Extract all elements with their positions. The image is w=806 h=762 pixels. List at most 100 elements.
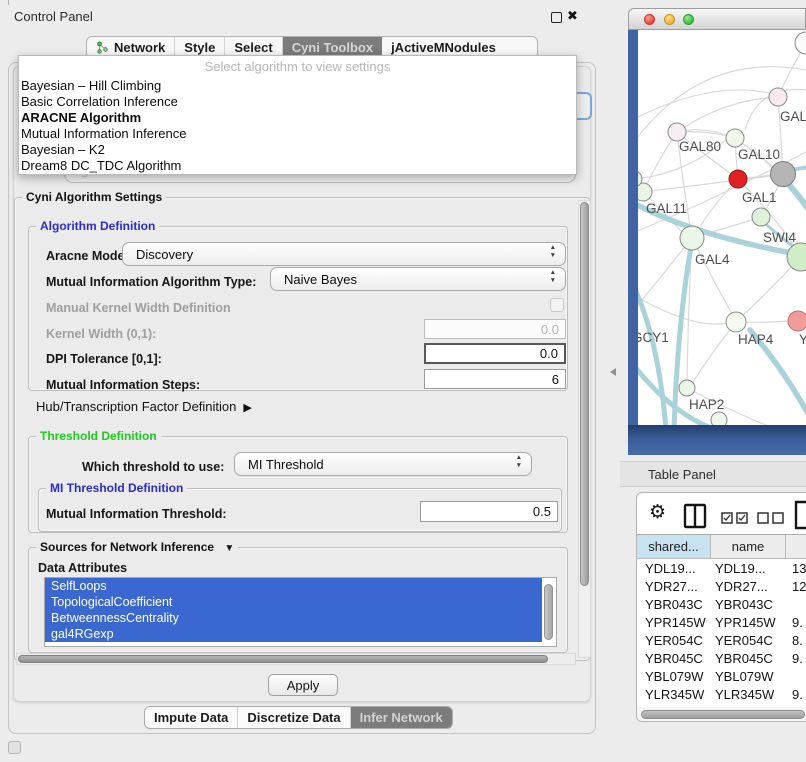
table-cell: YER054C xyxy=(637,633,711,648)
network-node-hap2[interactable] xyxy=(679,380,695,396)
panel-title: Control Panel xyxy=(14,9,93,24)
zoom-traffic-light-icon[interactable] xyxy=(683,14,694,25)
table-hscrollbar-thumb[interactable] xyxy=(641,710,805,719)
network-node[interactable] xyxy=(795,32,806,54)
network-node[interactable] xyxy=(771,162,796,187)
algorithm-option-basic-correlation-inference[interactable]: Basic Correlation Inference xyxy=(19,94,576,110)
column-header-2[interactable] xyxy=(786,535,806,559)
algorithm-option-dream8-dc-tdc-algorithm[interactable]: Dream8 DC_TDC Algorithm xyxy=(19,158,576,174)
tab-label: jActiveMNodules xyxy=(391,40,496,55)
network-edge[interactable] xyxy=(693,322,736,382)
tab-label: Cyni Toolbox xyxy=(292,40,373,55)
table-row[interactable]: YBL079WYBL079W xyxy=(637,667,806,685)
network-node-gal10[interactable] xyxy=(726,129,744,147)
data-attributes-list[interactable]: SelfLoopsTopologicalCoefficientBetweenne… xyxy=(44,577,557,647)
attribute-item-betweennesscentrality[interactable]: BetweennessCentrality xyxy=(45,610,542,626)
table-cell: YLR345W xyxy=(711,687,786,702)
deselect-all-checkboxes-icon[interactable] xyxy=(757,512,785,524)
collapsed-arrow-icon: ▶ xyxy=(243,402,251,414)
network-view-canvas[interactable]: GALGAL80GAL10GAL1GAL11GAL4SWI4GCY1HAP4YH… xyxy=(638,30,806,425)
attribute-item-topologicalcoefficient[interactable]: TopologicalCoefficient xyxy=(45,594,542,610)
bottom-tab-impute-data[interactable]: Impute Data xyxy=(145,707,238,728)
sources-group-title[interactable]: Sources for Network Inference ▼ xyxy=(36,540,238,554)
algorithm-option-bayesian-k2[interactable]: Bayesian – K2 xyxy=(19,142,576,158)
table-row[interactable]: YDL19...YDL19...13 xyxy=(637,559,806,577)
table-toolbar: ⚙ xyxy=(637,493,806,535)
float-panel-icon[interactable] xyxy=(551,12,562,23)
select-all-checkboxes-icon[interactable] xyxy=(721,512,749,524)
network-edge[interactable] xyxy=(692,238,732,314)
algorithm-option-bayesian-hill-climbing[interactable]: Bayesian – Hill Climbing xyxy=(19,78,576,94)
network-window-titlebar[interactable] xyxy=(628,8,806,30)
network-node[interactable] xyxy=(787,243,806,271)
network-node-gal1[interactable] xyxy=(729,170,747,188)
algorithm-dropdown-popup: Select algorithm to view settings Bayesi… xyxy=(18,55,577,175)
apply-button[interactable]: Apply xyxy=(268,674,338,696)
network-edge[interactable] xyxy=(643,132,677,192)
network-edge[interactable] xyxy=(736,265,793,322)
network-edge-thick[interactable] xyxy=(638,275,666,425)
column-header-shared-[interactable]: shared... xyxy=(637,535,711,559)
settings-hscrollbar-thumb[interactable] xyxy=(18,655,548,663)
attributes-vscrollbar-thumb[interactable] xyxy=(544,584,553,640)
attribute-item-gal4rgexp[interactable]: gal4RGexp xyxy=(45,626,542,642)
network-node-hap4[interactable] xyxy=(726,312,746,332)
table-row[interactable]: YDR27...YDR27...12 xyxy=(637,577,806,595)
algorithm-option-aracne-algorithm[interactable]: ARACNE Algorithm xyxy=(19,110,576,126)
table-cell: YPR145W xyxy=(637,615,711,630)
mi-steps-field[interactable]: 6 xyxy=(424,369,566,389)
kernel-width-field[interactable]: 0.0 xyxy=(424,319,566,339)
mi-algorithm-type-combo[interactable]: Naive Bayes ▲▼ xyxy=(270,267,566,291)
column-header-name[interactable]: name xyxy=(711,535,786,559)
table-cell: YBR043C xyxy=(637,597,711,612)
network-node-swi4[interactable] xyxy=(752,208,770,226)
network-node-gal4[interactable] xyxy=(680,226,704,250)
settings-vscrollbar-thumb[interactable] xyxy=(580,202,589,586)
node-label: GAL4 xyxy=(695,252,730,267)
dpi-tolerance-field[interactable]: 0.0 xyxy=(424,343,566,364)
bottom-tab-infer-network[interactable]: Infer Network xyxy=(351,707,452,728)
network-node-y[interactable] xyxy=(788,311,806,331)
tab-label: Select xyxy=(234,40,272,55)
network-node[interactable] xyxy=(711,412,727,425)
bottom-tab-discretize-data[interactable]: Discretize Data xyxy=(238,707,350,728)
manual-kernel-checkbox[interactable] xyxy=(550,298,564,312)
close-traffic-light-icon[interactable] xyxy=(644,14,655,25)
table-hscrollbar-track[interactable] xyxy=(637,707,806,722)
resize-grip-icon[interactable] xyxy=(8,741,21,754)
table-row[interactable]: YLR345WYLR345W9. xyxy=(637,685,806,703)
table-cell: YBL079W xyxy=(637,669,711,684)
dpi-tolerance-label: DPI Tolerance [0,1]: xyxy=(46,352,162,366)
table-header-row: shared...name xyxy=(637,535,806,559)
algorithm-option-mutual-information-inference[interactable]: Mutual Information Inference xyxy=(19,126,576,142)
node-label: GAL1 xyxy=(742,190,777,205)
minimize-traffic-light-icon[interactable] xyxy=(664,14,675,25)
network-edge[interactable] xyxy=(698,179,738,230)
mi-steps-label: Mutual Information Steps: xyxy=(46,378,200,392)
table-row[interactable]: YBR045CYBR045C9. xyxy=(637,649,806,667)
network-edge[interactable] xyxy=(677,97,778,132)
close-panel-icon[interactable]: ✖ xyxy=(567,8,578,24)
new-table-icon[interactable] xyxy=(794,500,806,530)
table-row[interactable]: YPR145WYPR145W9. xyxy=(637,613,806,631)
node-label: GAL80 xyxy=(679,139,721,154)
sources-title-text: Sources for Network Inference xyxy=(40,540,214,554)
table-cell: YBR045C xyxy=(637,651,711,666)
table-cell: 8. xyxy=(786,633,806,648)
network-node-gal[interactable] xyxy=(769,88,787,106)
table-row[interactable]: YER054CYER054C8. xyxy=(637,631,806,649)
table-cell: YDR27... xyxy=(637,579,711,594)
gear-icon[interactable]: ⚙ xyxy=(649,501,666,523)
table-cell: 13 xyxy=(786,561,806,576)
hub-definition-toggle[interactable]: Hub/Transcription Factor Definition▶ xyxy=(36,399,252,414)
which-threshold-combo[interactable]: MI Threshold ▲▼ xyxy=(234,452,532,476)
panel-divider-arrow-icon[interactable] xyxy=(610,368,616,376)
mi-threshold-field[interactable]: 0.5 xyxy=(420,501,558,522)
node-label: GCY1 xyxy=(638,330,669,345)
table-row[interactable]: YBR043CYBR043C xyxy=(637,595,806,613)
attribute-item-selfloops[interactable]: SelfLoops xyxy=(45,578,542,594)
threshold-definition-title: Threshold Definition xyxy=(36,429,161,443)
aracne-mode-combo[interactable]: Discovery ▲▼ xyxy=(122,242,566,266)
split-columns-icon[interactable] xyxy=(683,503,707,529)
network-node-gal11[interactable] xyxy=(638,183,652,201)
